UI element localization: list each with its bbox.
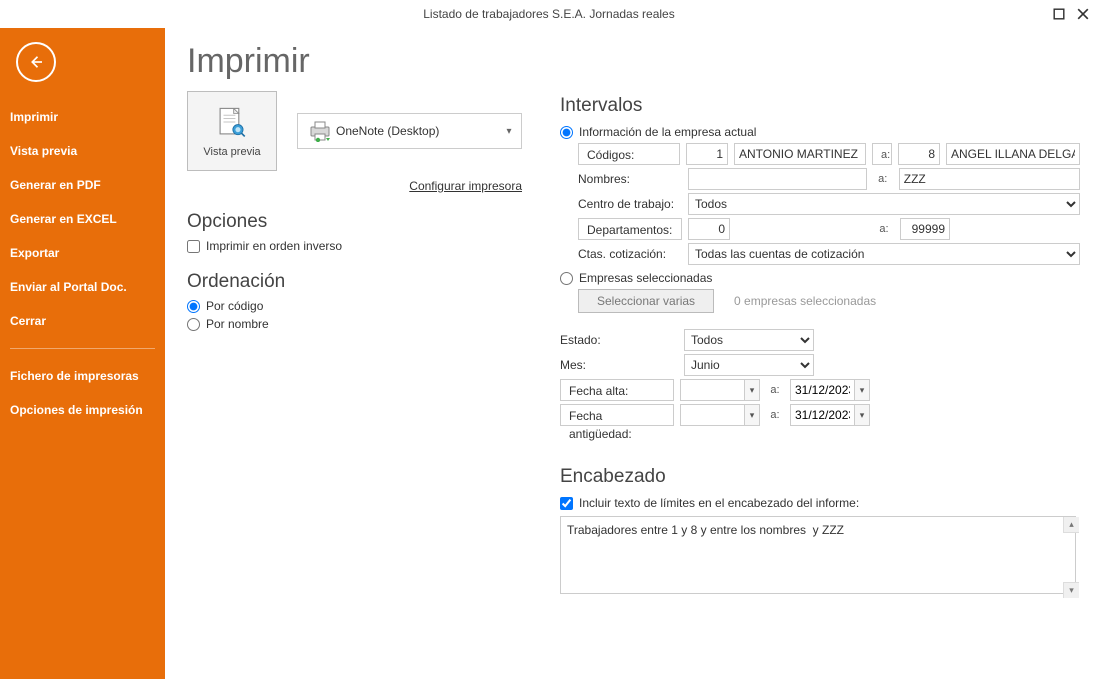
chevron-down-icon: ▾ (503, 126, 515, 137)
fecha-alta-to-input[interactable] (790, 379, 854, 401)
fecha-antig-to-input[interactable] (790, 404, 854, 426)
nav-opciones-impresion[interactable]: Opciones de impresión (0, 393, 165, 427)
codigo-from-input[interactable] (686, 143, 728, 165)
departamentos-label: Departamentos: (578, 218, 682, 240)
por-codigo-label: Por código (206, 299, 263, 313)
nav-exportar[interactable]: Exportar (0, 236, 165, 270)
estado-select[interactable]: Todos (684, 329, 814, 351)
a-label-5: a: (766, 409, 784, 421)
nav-cerrar[interactable]: Cerrar (0, 304, 165, 338)
centro-label: Centro de trabajo: (578, 197, 682, 211)
close-button[interactable] (1074, 6, 1092, 22)
printer-name: OneNote (Desktop) (336, 124, 503, 138)
scroll-up-icon[interactable]: ▴ (1063, 517, 1079, 533)
por-nombre-radio[interactable] (187, 318, 200, 331)
fecha-antig-label: Fecha antigüedad: (560, 404, 674, 426)
incluir-texto-checkbox[interactable] (560, 497, 573, 510)
codigos-label: Códigos: (578, 143, 680, 165)
empresas-count-label: 0 empresas seleccionadas (734, 294, 876, 308)
mes-label: Mes: (560, 358, 678, 372)
orden-inverso-checkbox[interactable] (187, 240, 200, 253)
codigo-from-name[interactable] (734, 143, 866, 165)
nav-separator (10, 348, 155, 349)
fecha-alta-from-input[interactable] (680, 379, 744, 401)
incluir-texto-label: Incluir texto de límites en el encabezad… (579, 496, 859, 510)
seleccionar-varias-button: Seleccionar varias (578, 289, 714, 313)
encabezado-textarea[interactable] (560, 516, 1076, 594)
empresa-actual-radio[interactable] (560, 126, 573, 139)
mes-select[interactable]: Junio (684, 354, 814, 376)
vista-previa-button[interactable]: Vista previa (187, 91, 277, 171)
nav-generar-excel[interactable]: Generar en EXCEL (0, 202, 165, 236)
nav-generar-pdf[interactable]: Generar en PDF (0, 168, 165, 202)
ctas-label: Ctas. cotización: (578, 247, 682, 261)
sidebar: Imprimir Vista previa Generar en PDF Gen… (0, 28, 165, 679)
codigo-to-name[interactable] (946, 143, 1080, 165)
estado-label: Estado: (560, 333, 678, 347)
por-codigo-radio[interactable] (187, 300, 200, 313)
nav-imprimir[interactable]: Imprimir (0, 100, 165, 134)
maximize-button[interactable] (1050, 6, 1068, 22)
dept-from-input[interactable] (688, 218, 730, 240)
ctas-select[interactable]: Todas las cuentas de cotización (688, 243, 1080, 265)
encabezado-heading: Encabezado (560, 466, 1080, 488)
orden-inverso-label: Imprimir en orden inverso (206, 239, 342, 253)
codigo-to-input[interactable] (898, 143, 940, 165)
intervalos-heading: Intervalos (560, 95, 1080, 117)
vista-previa-label: Vista previa (203, 146, 260, 158)
empresa-actual-label: Información de la empresa actual (579, 125, 756, 139)
empresas-seleccionadas-radio[interactable] (560, 272, 573, 285)
fecha-alta-label: Fecha alta: (560, 379, 674, 401)
a-label-4: a: (766, 384, 784, 396)
nav-vista-previa[interactable]: Vista previa (0, 134, 165, 168)
document-preview-icon (215, 105, 249, 142)
nombres-label: Nombres: (578, 172, 682, 186)
chevron-down-icon[interactable]: ▾ (744, 404, 760, 426)
nombres-from-input[interactable] (688, 168, 867, 190)
window-title: Listado de trabajadores S.E.A. Jornadas … (423, 7, 674, 21)
nav-enviar-portal[interactable]: Enviar al Portal Doc. (0, 270, 165, 304)
chevron-down-icon[interactable]: ▾ (854, 404, 870, 426)
back-button[interactable] (16, 42, 56, 82)
a-label-3: a: (874, 223, 894, 235)
printer-icon (304, 120, 336, 142)
page-title: Imprimir (187, 42, 1076, 81)
a-label-2: a: (873, 173, 893, 185)
printer-selector[interactable]: OneNote (Desktop) ▾ (297, 113, 522, 149)
dept-to-input[interactable] (900, 218, 950, 240)
nombres-to-input[interactable] (899, 168, 1080, 190)
scroll-down-icon[interactable]: ▾ (1063, 582, 1079, 598)
chevron-down-icon[interactable]: ▾ (744, 379, 760, 401)
nav-fichero-impresoras[interactable]: Fichero de impresoras (0, 359, 165, 393)
por-nombre-label: Por nombre (206, 317, 269, 331)
a-label-1: a: (872, 143, 892, 165)
chevron-down-icon[interactable]: ▾ (854, 379, 870, 401)
empresas-seleccionadas-label: Empresas seleccionadas (579, 271, 712, 285)
fecha-antig-from-input[interactable] (680, 404, 744, 426)
configurar-impresora-link[interactable]: Configurar impresora (297, 179, 522, 193)
centro-select[interactable]: Todos (688, 193, 1080, 215)
